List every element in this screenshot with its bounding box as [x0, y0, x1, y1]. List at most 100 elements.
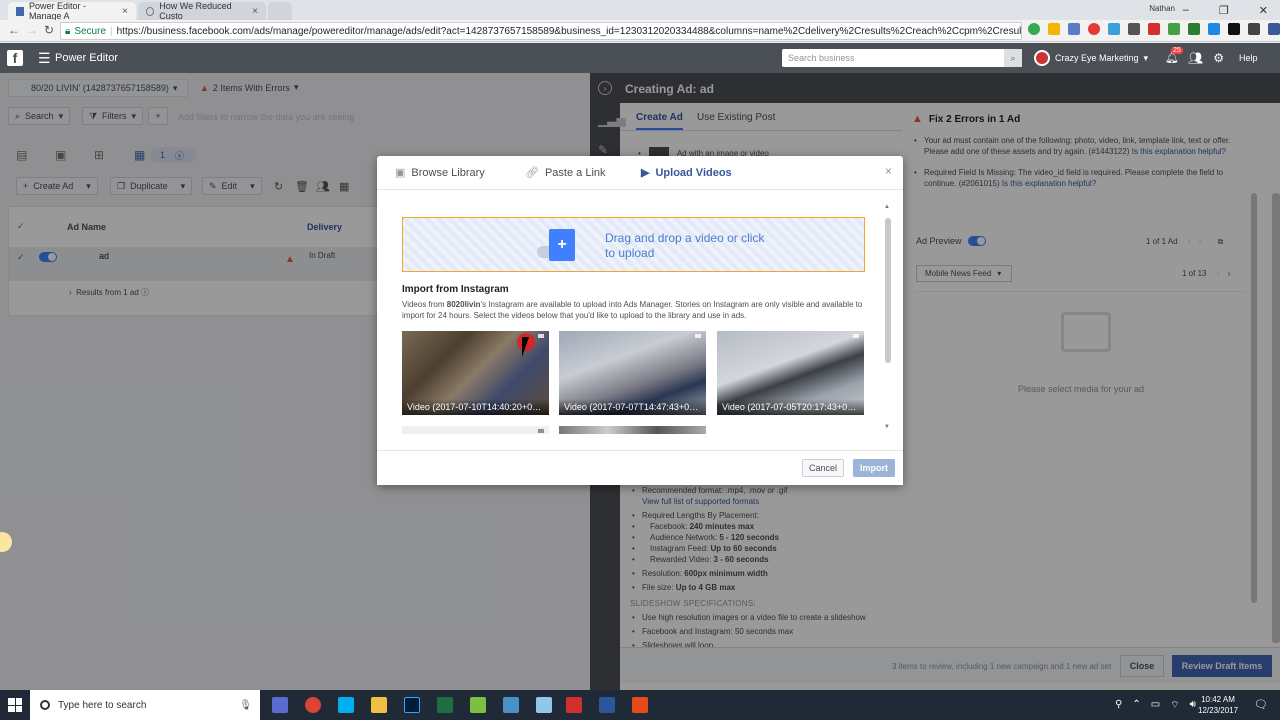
video-indicator-icon — [538, 429, 544, 433]
help-link[interactable]: Help — [1239, 53, 1258, 63]
extension-icon[interactable] — [1208, 23, 1220, 35]
action-center-icon[interactable]: 🗨︎ — [1254, 698, 1268, 711]
instagram-video-thumbnail[interactable]: Video (2017-07-07T14:47:43+0000) — [559, 331, 706, 415]
dialog-tabs: ▣ Browse Library 🔗︎ Paste a Link ▶ Uploa… — [377, 156, 903, 190]
users-icon[interactable]: 👥︎ — [1188, 51, 1203, 65]
instagram-video-thumbnail[interactable] — [559, 426, 706, 434]
gear-icon[interactable]: ⚙ — [1213, 51, 1224, 65]
extension-icon[interactable] — [1148, 23, 1160, 35]
video-indicator-icon — [853, 334, 859, 338]
wifi-icon[interactable]: ⌔ — [1170, 699, 1179, 712]
video-caption: Video (2017-07-07T14:47:43+0000) — [559, 399, 706, 415]
business-search-input[interactable]: Search business ⌕ — [782, 49, 1022, 67]
extension-icon[interactable] — [1048, 23, 1060, 35]
taskbar-app-icon[interactable] — [503, 697, 519, 713]
new-tab-button[interactable] — [268, 2, 292, 20]
url-text: https://business.facebook.com/ads/manage… — [116, 25, 1022, 37]
taskbar-app-icon[interactable] — [632, 697, 648, 713]
excel-icon[interactable] — [437, 697, 453, 713]
tab-upload-videos[interactable]: ▶ Upload Videos — [641, 166, 732, 180]
facebook-favicon-icon — [16, 6, 24, 16]
page-favicon-icon — [146, 6, 155, 16]
file-explorer-icon[interactable] — [371, 697, 387, 713]
forward-icon[interactable]: → — [26, 23, 38, 37]
scroll-up-icon[interactable]: ▲ — [884, 204, 890, 210]
add-file-icon: + — [549, 229, 575, 261]
reload-icon[interactable]: ↻ — [44, 23, 54, 37]
extension-icon[interactable] — [1228, 23, 1240, 35]
network-icon[interactable]: ▭ — [1151, 699, 1160, 712]
dropzone-label: Drag and drop a video or click to upload — [605, 231, 765, 260]
volume-icon[interactable]: 🔊︎ — [1190, 699, 1196, 712]
browser-tab-power-editor[interactable]: Power Editor - Manage A × — [8, 1, 136, 21]
extension-icon[interactable] — [1068, 23, 1080, 35]
network-people-icon[interactable]: ⚲ — [1115, 699, 1122, 712]
close-window-icon[interactable]: ✕ — [1259, 4, 1268, 17]
word-icon[interactable] — [599, 697, 615, 713]
hamburger-menu-icon[interactable]: ☰ — [38, 50, 51, 67]
search-icon[interactable]: ⌕ — [1004, 49, 1022, 67]
browser-tab-title: Power Editor - Manage A — [28, 1, 86, 21]
tab-paste-link[interactable]: 🔗︎ Paste a Link — [525, 166, 606, 180]
chrome-icon[interactable] — [305, 697, 321, 713]
photoshop-icon[interactable] — [404, 697, 420, 713]
taskbar-app-icon[interactable] — [272, 697, 288, 713]
tab-browse-library[interactable]: ▣ Browse Library — [395, 166, 485, 180]
extension-icon[interactable] — [1088, 23, 1100, 35]
instagram-import-title: Import from Instagram — [402, 284, 509, 295]
link-icon: 🔗︎ — [525, 167, 539, 179]
scrollbar-thumb[interactable] — [885, 218, 891, 363]
close-dialog-icon[interactable]: × — [885, 164, 892, 178]
taskbar-app-icon[interactable] — [536, 697, 552, 713]
clock-time: 10:42 AM — [1201, 695, 1235, 704]
extension-icon[interactable] — [1108, 23, 1120, 35]
scroll-down-icon[interactable]: ▼ — [884, 424, 890, 430]
close-tab-icon[interactable]: × — [252, 6, 258, 17]
import-button[interactable]: Import — [853, 459, 895, 477]
back-icon[interactable]: ← — [8, 23, 20, 37]
minimize-icon[interactable]: – — [1183, 4, 1189, 16]
instagram-video-thumbnail[interactable] — [402, 426, 549, 434]
show-hidden-icons[interactable]: ⌃ — [1132, 699, 1140, 712]
extension-icon[interactable] — [1028, 23, 1040, 35]
maximize-icon[interactable]: ❐ — [1219, 4, 1229, 17]
extension-icon[interactable] — [1268, 23, 1280, 35]
page-title: Power Editor — [55, 52, 118, 64]
url-input[interactable]: 🔒︎ Secure | https://business.facebook.co… — [60, 22, 1022, 40]
extension-icon[interactable] — [1168, 23, 1180, 35]
video-caption: Video (2017-07-05T20:17:43+0000) — [717, 399, 864, 415]
extension-icon[interactable] — [1128, 23, 1140, 35]
close-tab-icon[interactable]: × — [122, 6, 128, 17]
dialog-scrollbar[interactable]: ▲ ▼ — [884, 204, 892, 434]
address-bar: ← → ↻ 🔒︎ Secure | https://business.faceb… — [0, 20, 1280, 42]
facebook-top-bar: f ☰ Power Editor Search business ⌕ Crazy… — [0, 43, 1280, 73]
lock-icon: 🔒︎ — [65, 25, 71, 37]
acrobat-icon[interactable] — [566, 697, 582, 713]
camtasia-icon[interactable] — [470, 697, 486, 713]
extension-icon[interactable] — [1248, 23, 1260, 35]
taskbar-search-input[interactable]: Type here to search 🎙︎ — [30, 690, 260, 720]
tab-label: Browse Library — [411, 166, 485, 179]
instagram-import-description: Videos from 8020livin's Instagram are av… — [402, 299, 867, 321]
facebook-logo-icon[interactable]: f — [7, 50, 23, 66]
notification-badge: 25 — [1171, 47, 1183, 54]
cancel-button[interactable]: Cancel — [802, 459, 844, 477]
search-placeholder: Search business — [788, 53, 855, 63]
video-caption: Video (2017-07-10T14:40:20+0000) — [402, 399, 549, 415]
instagram-account-name: 8020livin — [446, 300, 481, 309]
taskbar-search-placeholder: Type here to search — [58, 699, 147, 711]
taskbar-clock[interactable]: 10:42 AM 12/23/2017 — [1198, 694, 1238, 716]
browser-tab-article[interactable]: How We Reduced Custo × — [138, 1, 266, 21]
window-controls: – ❐ ✕ — [1183, 0, 1280, 20]
browser-tab-title: How We Reduced Custo — [159, 1, 232, 21]
windows-start-icon[interactable] — [8, 698, 22, 712]
video-dropzone[interactable]: + Drag and drop a video or click to uplo… — [402, 217, 865, 272]
skype-icon[interactable] — [338, 697, 354, 713]
dialog-footer: Cancel Import — [377, 450, 903, 485]
instagram-video-thumbnail[interactable]: Video (2017-07-05T20:17:43+0000) — [717, 331, 864, 415]
extension-icon[interactable] — [1188, 23, 1200, 35]
tab-label: Upload Videos — [655, 166, 732, 179]
account-switcher[interactable]: Crazy Eye Marketing ▾ — [1034, 50, 1148, 66]
microphone-icon[interactable]: 🎙︎ — [239, 700, 260, 711]
browser-user-name[interactable]: Nathan — [1149, 4, 1175, 13]
